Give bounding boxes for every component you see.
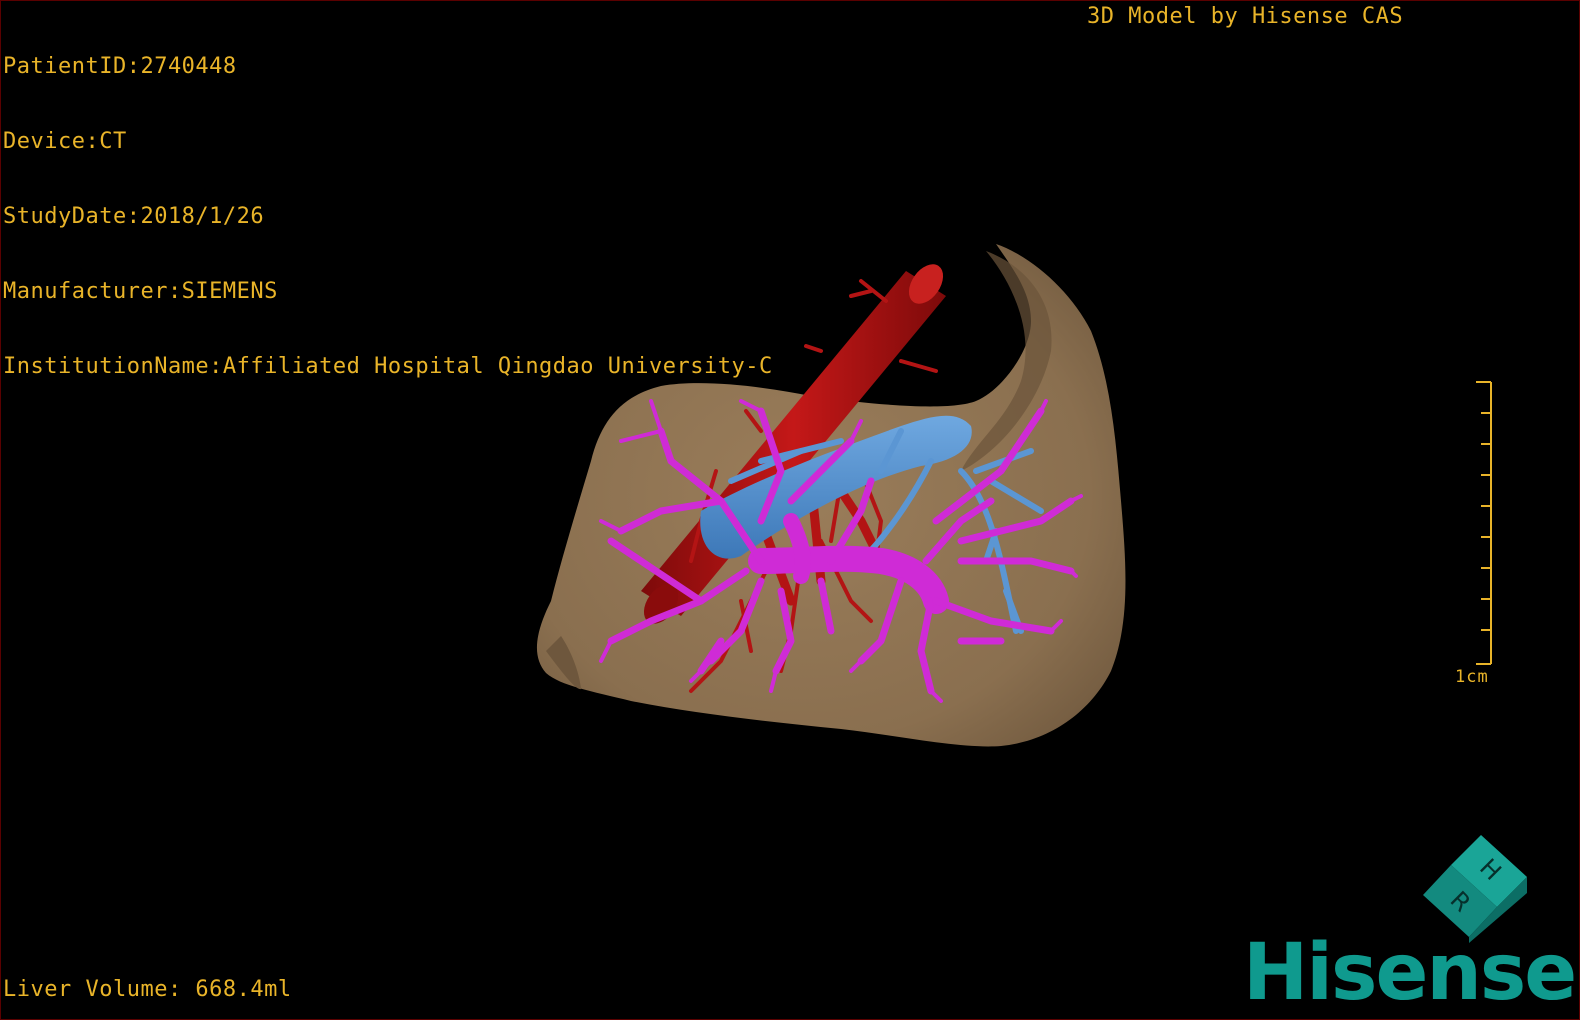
device-text: Device:CT bbox=[3, 129, 127, 154]
manufacturer-text: Manufacturer:SIEMENS bbox=[3, 279, 278, 304]
scale-label: 1cm bbox=[1455, 667, 1489, 687]
ruler-scale-icon bbox=[1476, 381, 1492, 665]
institution-text: InstitutionName:Affiliated Hospital Qing… bbox=[3, 354, 773, 379]
dicom-info-overlay: PatientID:2740448 Device:CT StudyDate:20… bbox=[3, 4, 773, 429]
hisense-logo: Hisense bbox=[1243, 928, 1577, 1018]
study-date-text: StudyDate:2018/1/26 bbox=[3, 204, 265, 229]
model-credit-text: 3D Model by Hisense CAS bbox=[1087, 4, 1404, 29]
3d-viewport[interactable]: PatientID:2740448 Device:CT StudyDate:20… bbox=[0, 0, 1580, 1020]
liver-volume-text: Liver Volume: 668.4ml bbox=[3, 977, 292, 1002]
patient-id-text: PatientID:2740448 bbox=[3, 54, 237, 79]
